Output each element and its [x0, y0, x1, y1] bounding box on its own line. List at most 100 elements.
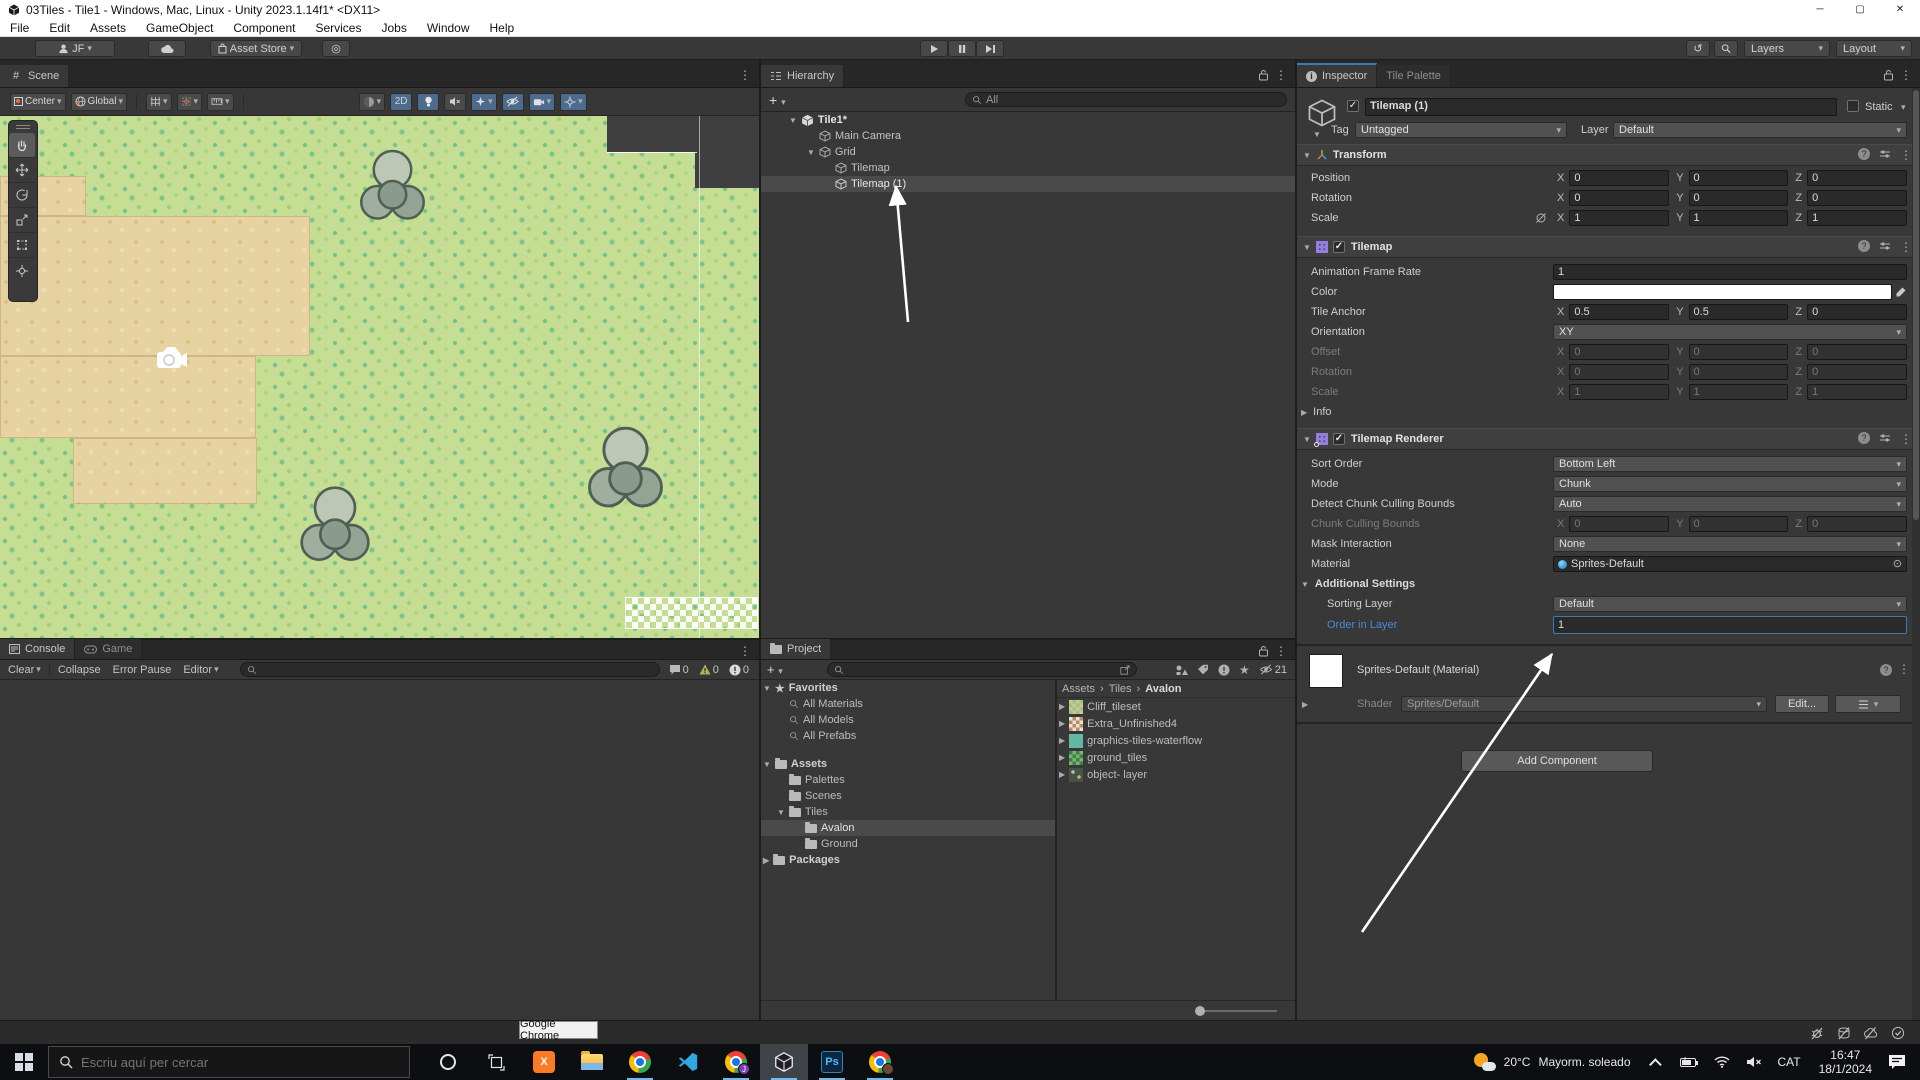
position-z-field[interactable]: 0	[1807, 170, 1907, 186]
material-preview-swatch[interactable]	[1309, 654, 1343, 688]
tab-inspector[interactable]: i Inspector	[1297, 63, 1377, 87]
hierarchy-item-tilemap[interactable]: Tilemap	[761, 160, 1295, 176]
create-asset-button[interactable]: + ▾	[767, 662, 783, 677]
anchor-z-field[interactable]: 0	[1807, 304, 1907, 320]
asset-ground-tiles[interactable]: ▶ ground_tiles	[1057, 749, 1295, 766]
console-editor-dropdown[interactable]: Editor	[183, 664, 212, 676]
project-search-input[interactable]	[827, 662, 1137, 677]
rotation-y-field[interactable]: 0	[1689, 190, 1789, 206]
inspector-menu-icon[interactable]: ⋮	[1900, 68, 1912, 82]
hierarchy-item-main-camera[interactable]: Main Camera	[761, 128, 1295, 144]
detect-chunk-dropdown[interactable]: Auto▾	[1553, 496, 1907, 512]
lock-icon[interactable]	[1883, 69, 1894, 81]
info-foldout-row[interactable]: ▶ Info	[1297, 402, 1920, 422]
animation-frame-rate-field[interactable]: 1	[1553, 264, 1907, 280]
renderer-enabled-checkbox[interactable]: ✓	[1333, 433, 1345, 445]
camera-gizmo-icon[interactable]	[155, 344, 189, 372]
shader-edit-button[interactable]: Edit...	[1775, 695, 1829, 713]
eyedropper-icon[interactable]	[1895, 286, 1907, 298]
menu-help[interactable]: Help	[480, 21, 525, 35]
toggle-scene-lighting[interactable]	[417, 93, 439, 111]
packages-root[interactable]: ▶ Packages	[761, 852, 1055, 868]
anchor-y-field[interactable]: 0.5	[1689, 304, 1789, 320]
tag-dropdown[interactable]: Untagged▾	[1355, 122, 1567, 138]
effects-dropdown[interactable]: ▾	[471, 93, 497, 111]
hierarchy-item-tilemap-1[interactable]: Tilemap (1)	[761, 176, 1295, 192]
sorting-layer-dropdown[interactable]: Default▾	[1553, 596, 1907, 612]
scale-y-field[interactable]: 1	[1689, 210, 1789, 226]
console-search-input[interactable]	[240, 662, 660, 677]
step-button[interactable]	[976, 40, 1004, 57]
taskbar-vscode[interactable]	[664, 1044, 712, 1080]
component-menu-icon[interactable]: ⋮	[1900, 240, 1912, 254]
tilemap-enabled-checkbox[interactable]: ✓	[1333, 241, 1345, 253]
menu-assets[interactable]: Assets	[80, 21, 136, 35]
tab-scene[interactable]: # Scene	[0, 65, 69, 87]
volume-muted-icon[interactable]	[1746, 1056, 1762, 1068]
tab-project[interactable]: Project	[761, 639, 831, 659]
scrollbar-thumb[interactable]	[1913, 90, 1919, 520]
weather-widget[interactable]: 20°C Mayorm. soleado	[1462, 1053, 1643, 1071]
color-swatch[interactable]	[1553, 284, 1892, 300]
account-dropdown[interactable]: JF▾	[35, 40, 115, 57]
task-view-button[interactable]	[472, 1044, 520, 1080]
static-dropdown-icon[interactable]: ▾	[1901, 102, 1906, 113]
asset-object-layer[interactable]: ▶ object- layer	[1057, 766, 1295, 783]
asset-store-dropdown[interactable]: Asset Store▾	[210, 40, 302, 57]
asset-extra-unfinished4[interactable]: ▶ Extra_Unfinished4	[1057, 715, 1295, 732]
console-error-pause-button[interactable]: Error Pause	[113, 664, 172, 676]
start-button[interactable]	[0, 1044, 48, 1080]
transform-tool-button[interactable]	[9, 258, 35, 283]
tab-hierarchy[interactable]: Hierarchy	[761, 65, 844, 87]
console-clear-button[interactable]: Clear	[8, 664, 34, 676]
grid-visibility-dropdown[interactable]: ▾	[146, 93, 172, 111]
taskbar-chrome-2[interactable]	[856, 1044, 904, 1080]
tilemap-renderer-header[interactable]: ▼ ✓ Tilemap Renderer ? ⋮	[1297, 428, 1920, 450]
favorite-all-materials[interactable]: All Materials	[761, 696, 1055, 712]
search-by-label-icon[interactable]	[1197, 664, 1209, 676]
rotation-x-field[interactable]: 0	[1569, 190, 1669, 206]
help-icon[interactable]: ?	[1858, 240, 1870, 252]
close-button[interactable]: ✕	[1880, 0, 1920, 19]
asset-cliff-tileset[interactable]: ▶ Cliff_tileset	[1057, 698, 1295, 715]
scale-z-field[interactable]: 1	[1807, 210, 1907, 226]
anchor-x-field[interactable]: 0.5	[1569, 304, 1669, 320]
console-log-filter[interactable]: 0	[669, 664, 689, 676]
favorite-all-models[interactable]: All Models	[761, 712, 1055, 728]
toggle-2d-view[interactable]: 2D	[390, 93, 412, 111]
tab-tile-palette[interactable]: Tile Palette	[1377, 65, 1451, 87]
hierarchy-item-grid[interactable]: ▼ Grid	[761, 144, 1295, 160]
rotation-z-field[interactable]: 0	[1807, 190, 1907, 206]
menu-component[interactable]: Component	[223, 21, 305, 35]
keyboard-language[interactable]: CAT	[1778, 1055, 1801, 1069]
presets-icon[interactable]	[1879, 432, 1891, 444]
component-menu-icon[interactable]: ⋮	[1900, 432, 1912, 446]
gizmos-dropdown[interactable]: ▾	[560, 93, 587, 111]
battery-icon[interactable]	[1680, 1057, 1698, 1068]
progress-ok-icon[interactable]	[1889, 1025, 1906, 1041]
toggle-audio[interactable]	[444, 93, 466, 111]
console-warning-filter[interactable]: 0	[699, 664, 719, 676]
tool-handle-rotation-dropdown[interactable]: Global▾	[71, 93, 127, 111]
mask-interaction-dropdown[interactable]: None▾	[1553, 536, 1907, 552]
folder-scenes[interactable]: Scenes	[761, 788, 1055, 804]
scale-tool-button[interactable]	[9, 208, 35, 233]
overlay-drag-handle[interactable]	[9, 121, 37, 133]
material-list-button[interactable]: ▾	[1835, 695, 1901, 713]
add-component-button[interactable]: Add Component	[1461, 750, 1653, 772]
breadcrumb-assets[interactable]: Assets	[1062, 683, 1095, 695]
tool-handle-pivot-dropdown[interactable]: Center▾	[10, 93, 66, 111]
order-in-layer-field[interactable]: 1	[1553, 616, 1907, 634]
clock-widget[interactable]: 16:47 18/1/2024	[1819, 1048, 1872, 1076]
gameobject-enabled-checkbox[interactable]: ✓	[1347, 100, 1359, 112]
search-button[interactable]	[1714, 40, 1738, 57]
search-importance-icon[interactable]	[1218, 664, 1230, 676]
gameobject-name-field[interactable]: Tilemap (1)	[1365, 98, 1837, 116]
scene-camera-dropdown[interactable]: ▾	[529, 93, 556, 111]
menu-jobs[interactable]: Jobs	[371, 21, 416, 35]
inspector-scrollbar[interactable]	[1912, 88, 1920, 1020]
action-center-icon[interactable]	[1888, 1054, 1906, 1070]
taskbar-file-explorer[interactable]	[568, 1044, 616, 1080]
open-search-window-icon[interactable]	[1120, 665, 1130, 675]
grid-snapping-dropdown[interactable]: ▾	[177, 93, 203, 111]
